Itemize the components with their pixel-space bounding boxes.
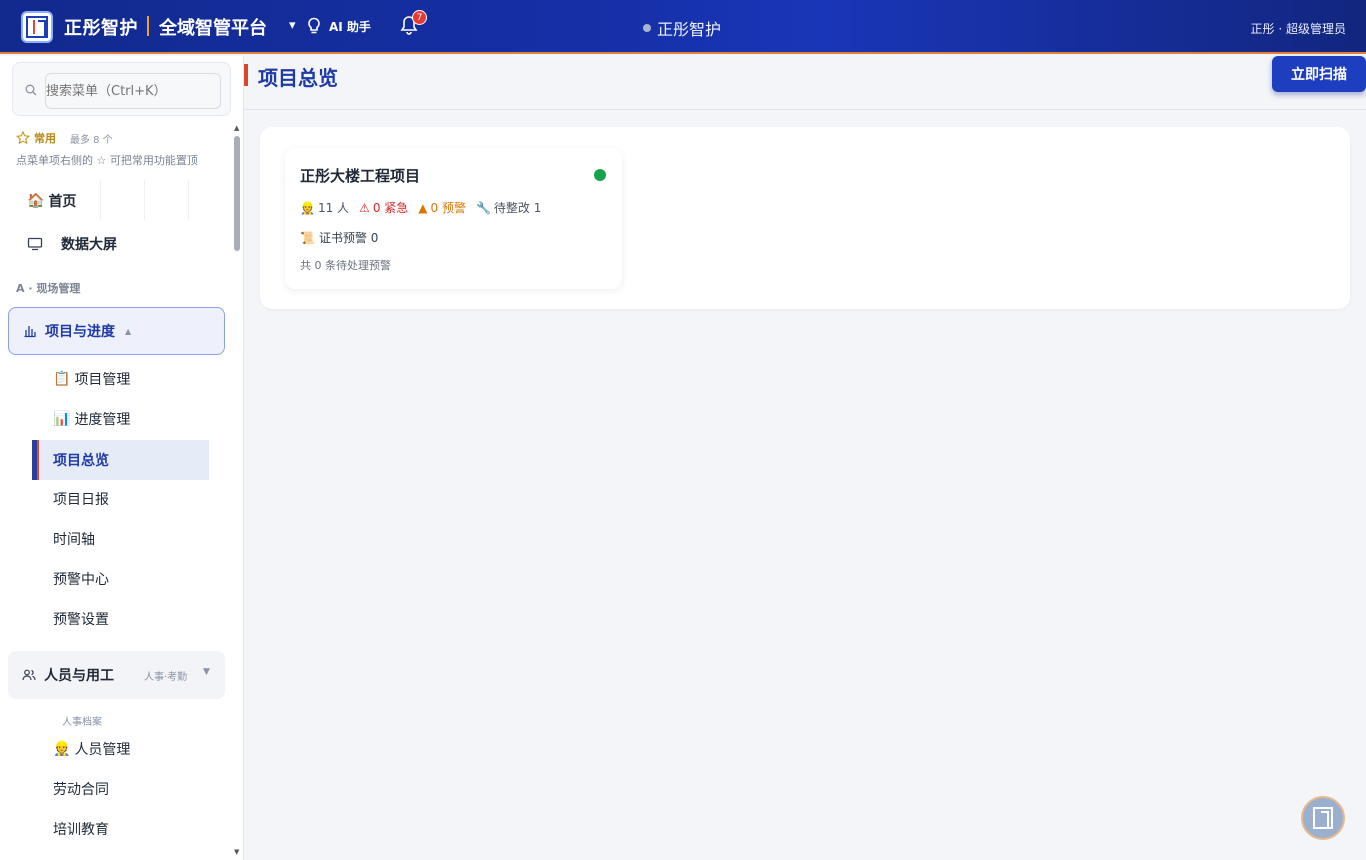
sidebar-item-personnel[interactable]: 👷 人员管理 <box>53 739 130 759</box>
pending-alerts: 共 0 条待处理预警 <box>300 259 391 272</box>
stat-urgent: ⚠ 0 紧急 <box>359 199 408 216</box>
sidebar-item-project-overview[interactable]: 项目总览 <box>32 440 209 480</box>
users-icon <box>22 669 36 681</box>
sidebar-item-data-screen[interactable]: 数据大屏 <box>27 234 117 254</box>
user-menu[interactable]: 正彤 · 超级管理员 <box>1251 20 1346 37</box>
sidebar-scrollbar[interactable] <box>234 126 240 856</box>
favorite-slot <box>101 180 145 220</box>
notification-badge: 7 <box>412 10 427 25</box>
monitor-icon <box>27 237 43 251</box>
section-header-site: A · 现场管理 <box>16 282 81 295</box>
clipboard-icon: 📋 <box>53 371 71 387</box>
stat-urgent-value: 0 紧急 <box>372 201 409 215</box>
sidebar-item-label: 数据大屏 <box>61 237 117 253</box>
cert-warning-value: 证书预警 0 <box>318 231 379 245</box>
sidebar-item-project-management[interactable]: 📋 项目管理 <box>53 369 130 389</box>
worker-icon: 👷 <box>300 200 315 215</box>
sidebar-item-progress-management[interactable]: 📊 进度管理 <box>53 409 130 429</box>
sidebar-group-label: 项目与进度 <box>45 324 115 340</box>
home-icon: 🏠 <box>27 193 45 209</box>
top-bar: 正彤智护 全域智管平台 ▾ AI 助手 7 正彤智护 正彤 · 超级管理员 <box>0 0 1366 54</box>
sidebar-item-label: 进度管理 <box>74 412 131 428</box>
search-box <box>12 62 231 116</box>
stat-warning-value: 0 预警 <box>430 201 466 215</box>
lightbulb-icon <box>308 17 320 34</box>
bar-chart-icon: 📊 <box>53 411 71 427</box>
sidebar-item-home[interactable]: 🏠 首页 <box>27 191 76 211</box>
sidebar-item-alert-center[interactable]: 预警中心 <box>53 569 109 589</box>
stat-warning: ▲ 0 预警 <box>418 199 466 216</box>
project-title: 正彤大楼工程项目 <box>300 167 421 185</box>
sidebar-item-training[interactable]: 培训教育 <box>53 819 109 839</box>
wrench-icon: 🔧 <box>475 200 491 215</box>
sidebar-group-projects[interactable]: 项目与进度 ▲ <box>8 307 225 355</box>
sidebar: 常用 最多 8 个 点菜单项右侧的 ☆ 可把常用功能置顶 🏠 首页 数据大屏 A… <box>0 56 244 860</box>
sidebar-group-label: 人员与用工 <box>44 668 114 684</box>
scan-now-button[interactable]: 立即扫描 <box>1272 56 1366 92</box>
caret-down-icon: ▼ <box>203 667 210 677</box>
favorites-hint: 点菜单项右侧的 ☆ 可把常用功能置顶 <box>16 154 198 167</box>
caret-up-icon: ▲ <box>125 326 132 336</box>
ai-assistant-label: AI 助手 <box>329 19 371 34</box>
search-icon <box>25 84 37 96</box>
sidebar-item-label: 首页 <box>48 194 77 210</box>
project-card[interactable]: 正彤大楼工程项目 👷 11 人 ⚠ 0 紧急 ▲ 0 预警 🔧 待整改 1 📜 … <box>285 148 622 289</box>
brand-divider <box>147 16 149 36</box>
favorites-label: 常用 <box>34 132 56 145</box>
app-logo[interactable] <box>21 11 53 43</box>
sidebar-item-project-daily[interactable]: 项目日报 <box>53 489 109 509</box>
scroll-icon: 📜 <box>300 230 315 245</box>
sidebar-item-timeline[interactable]: 时间轴 <box>53 529 95 549</box>
stat-people-value: 11 人 <box>317 201 350 215</box>
center-title-text: 正彤智护 <box>657 20 722 39</box>
sidebar-group-people[interactable]: 人员与用工 人事·考勤 ▼ <box>8 651 225 699</box>
worker-icon: 👷 <box>53 741 71 757</box>
stat-rectify-value: 待整改 1 <box>493 201 542 215</box>
ai-assistant-button[interactable]: AI 助手 <box>306 17 371 35</box>
stat-people: 👷 11 人 <box>300 199 349 216</box>
warning-icon: ⚠ <box>359 200 370 215</box>
cert-warning: 📜 证书预警 0 <box>300 229 378 246</box>
stat-rectify: 🔧 待整改 1 <box>476 199 541 216</box>
title-accent-bar <box>244 64 248 86</box>
search-input[interactable] <box>45 73 221 109</box>
favorite-slot <box>145 180 189 220</box>
page-header: 项目总览 <box>244 56 1366 110</box>
project-status-dot <box>594 169 606 181</box>
brand-name: 正彤智护 <box>64 18 138 39</box>
sidebar-group-tag: 人事·考勤 <box>144 672 188 683</box>
scroll-down-arrow[interactable]: ▼ <box>234 848 239 856</box>
sidebar-item-label: 项目管理 <box>74 372 131 388</box>
star-icon <box>16 131 30 145</box>
scrollbar-thumb[interactable] <box>234 136 240 251</box>
floating-assistant-logo[interactable] <box>1301 796 1345 840</box>
project-stats: 👷 11 人 ⚠ 0 紧急 ▲ 0 预警 🔧 待整改 1 <box>300 199 541 216</box>
status-dot-icon <box>643 24 651 32</box>
sidebar-item-alert-settings[interactable]: 预警设置 <box>53 609 109 629</box>
triangle-icon: ▲ <box>418 200 428 215</box>
platform-switch-caret[interactable]: ▾ <box>289 18 296 33</box>
chart-icon <box>24 326 36 338</box>
favorites-max: 最多 8 个 <box>70 134 113 146</box>
page-title: 项目总览 <box>258 66 338 90</box>
sidebar-subheader-hr-files: 人事档案 <box>62 717 102 728</box>
center-title: 正彤智护 <box>643 16 721 40</box>
sidebar-item-label: 人员管理 <box>74 742 131 758</box>
platform-name: 全域智管平台 <box>159 18 267 39</box>
sidebar-item-labor-contract[interactable]: 劳动合同 <box>53 779 109 799</box>
favorites-header: 常用 最多 8 个 <box>16 130 113 146</box>
